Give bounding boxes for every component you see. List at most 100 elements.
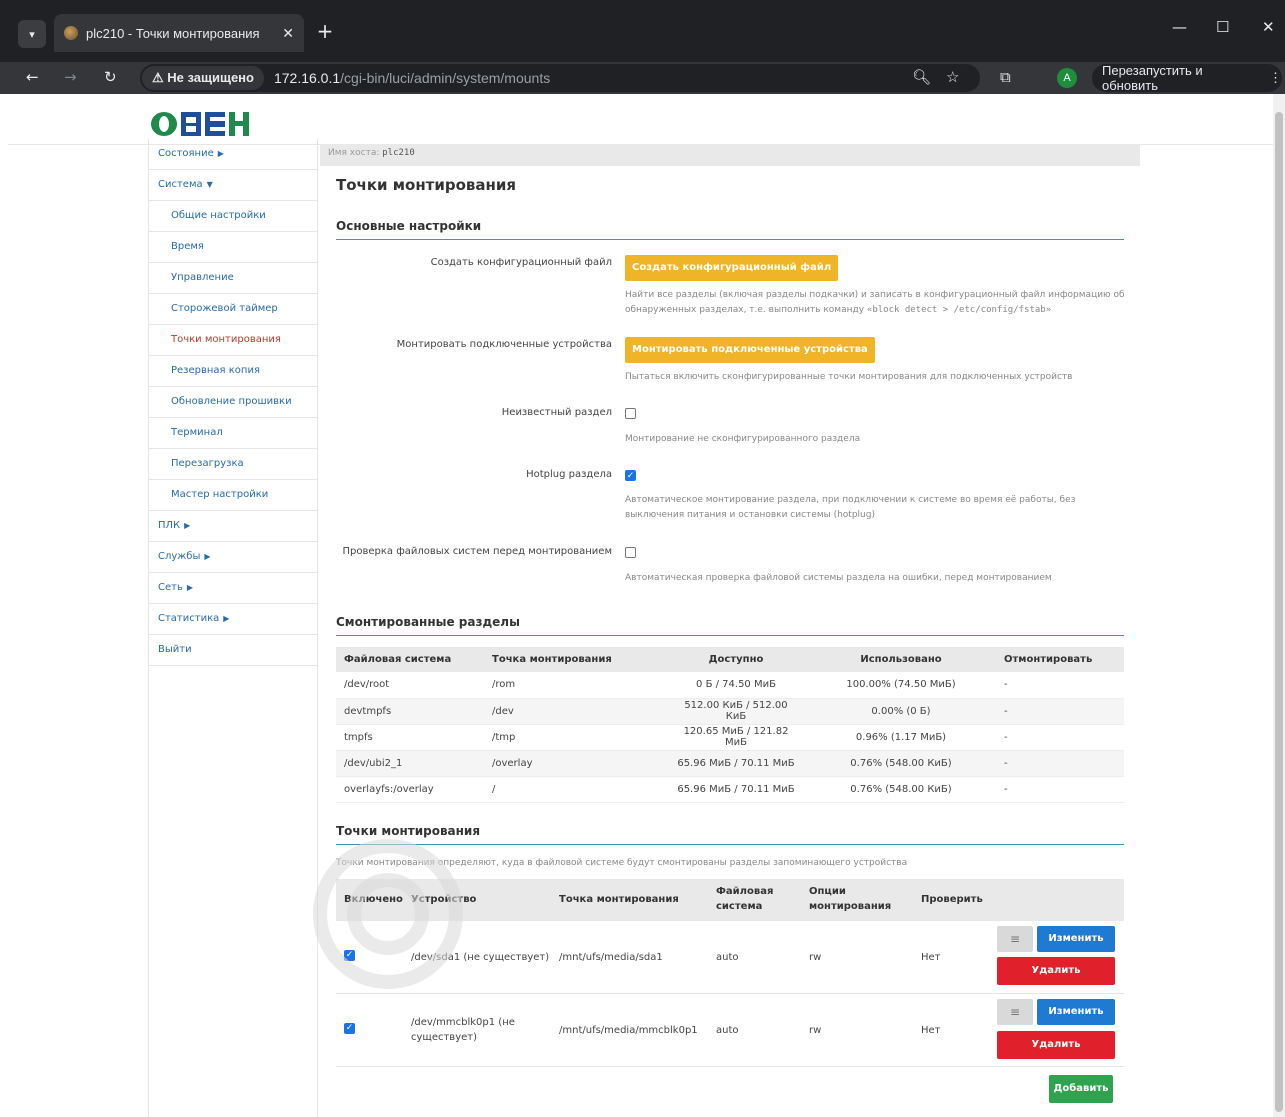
sidebar-item[interactable]: Терминал: [149, 418, 317, 449]
table-cell: 0.76% (548.00 КиБ): [806, 776, 996, 803]
url-text: 172.16.0.1/cgi-bin/luci/admin/system/mou…: [274, 70, 550, 86]
fs-text: auto: [716, 952, 739, 963]
generate-config-help: Найти все разделы (включая разделы подка…: [625, 288, 1125, 318]
sidebar-item[interactable]: Выйти: [149, 635, 317, 666]
mount-attached-help: Пытаться включить сконфигурированные точ…: [625, 372, 1073, 382]
check-fs-checkbox[interactable]: [625, 547, 636, 558]
bookmark-star-icon[interactable]: ☆: [946, 68, 959, 86]
mountpoints-header-row: Включено Устройство Точка монтирования Ф…: [336, 879, 1124, 921]
sidebar-item-label: ПЛК: [158, 520, 181, 531]
sidebar-item[interactable]: Службы ▶: [149, 542, 317, 573]
anon-mount-label: Неизвестный раздел: [501, 407, 612, 418]
sidebar-item-label: Обновление прошивки: [171, 396, 292, 407]
sidebar-item-label: Точки монтирования: [171, 334, 281, 345]
maximize-icon[interactable]: ☐: [1216, 18, 1229, 36]
hotplug-label: Hotplug раздела: [526, 469, 612, 480]
back-icon[interactable]: ←: [26, 68, 39, 86]
sidebar-item[interactable]: Сторожевой таймер: [149, 294, 317, 325]
mount-attached-button[interactable]: Монтировать подключенные устройства: [625, 337, 875, 363]
tab-close-icon[interactable]: ✕: [282, 25, 294, 42]
menu-dots-icon[interactable]: ⋮: [1269, 70, 1282, 86]
col-options-line1: Опции: [809, 886, 846, 897]
drag-sort-button[interactable]: ≡: [997, 926, 1033, 952]
hotplug-checkbox[interactable]: ✓: [625, 470, 636, 481]
restart-update-button[interactable]: Перезапустить и обновить ⋮: [1092, 63, 1282, 93]
sidebar-item[interactable]: Сеть ▶: [149, 573, 317, 604]
sidebar-item[interactable]: Состояние ▶: [149, 139, 317, 170]
table-cell: 0.96% (1.17 МиБ): [806, 724, 996, 751]
sidebar-item[interactable]: Система ▼: [149, 170, 317, 201]
sidebar-item[interactable]: Мастер настройки: [149, 480, 317, 511]
col-available: Доступно: [666, 647, 806, 672]
profile-avatar[interactable]: A: [1057, 68, 1077, 88]
enabled-checkbox[interactable]: ✓: [344, 950, 355, 961]
sidebar-item[interactable]: Управление: [149, 263, 317, 294]
table-cell: overlayfs:/overlay: [336, 776, 484, 803]
target-text: /mnt/ufs/media/mmcblk0p1: [559, 1025, 698, 1036]
edit-button[interactable]: Изменить: [1037, 999, 1115, 1025]
restart-update-label: Перезапустить и обновить: [1102, 63, 1203, 93]
scrollbar-thumb[interactable]: [1275, 112, 1283, 1112]
minimize-icon[interactable]: —: [1172, 18, 1187, 36]
delete-button[interactable]: Удалить: [997, 1031, 1115, 1059]
target-text: /mnt/ufs/media/sda1: [559, 952, 663, 963]
mount-attached-label: Монтировать подключенные устройства: [396, 339, 612, 350]
table-cell: /dev/root: [336, 672, 484, 699]
section-basic-title: Основные настройки: [336, 219, 1124, 240]
url-path: /cgi-bin/luci/admin/system/mounts: [340, 70, 551, 86]
reload-icon[interactable]: ↻: [104, 68, 117, 86]
hotplug-help: Автоматическое монтирование раздела, при…: [625, 495, 1076, 520]
add-button[interactable]: Добавить: [1049, 1075, 1113, 1103]
table-cell: 0.76% (548.00 КиБ): [806, 750, 996, 777]
table-row: devtmpfs/dev 512.00 КиБ / 512.00 КиБ 0.00%…: [336, 698, 1124, 725]
browser-tabbar: ▾ plc210 - Точки монтирования ✕ + — ☐ ✕: [0, 0, 1285, 62]
table-cell: 0 Б / 74.50 МиБ: [666, 672, 806, 699]
zoom-icon[interactable]: 🔍︎: [912, 68, 931, 86]
check-text: Нет: [921, 1025, 941, 1036]
sidebar-item[interactable]: Точки монтирования: [149, 325, 317, 356]
device-text: /dev/sda1 (не существует): [411, 952, 550, 963]
mountpoints-description: Точки монтирования определяют, куда в фа…: [336, 858, 908, 868]
sidebar-item[interactable]: ПЛК ▶: [149, 511, 317, 542]
page-scrollbar[interactable]: [1273, 94, 1285, 1117]
enabled-checkbox[interactable]: ✓: [344, 1023, 355, 1034]
new-tab-button[interactable]: +: [314, 20, 336, 42]
sidebar-item-label: Перезагрузка: [171, 458, 244, 469]
not-secure-badge[interactable]: ⚠ Не защищено: [142, 66, 264, 90]
sidebar-item-label: Сеть: [158, 582, 183, 593]
sidebar-item[interactable]: Статистика ▶: [149, 604, 317, 635]
sidebar-item-label: Службы: [158, 551, 201, 562]
table-cell: /tmp: [484, 724, 666, 751]
col-used: Использовано: [806, 647, 996, 672]
sidebar-item[interactable]: Время: [149, 232, 317, 263]
caret-right-icon: ▶: [186, 583, 194, 592]
generate-config-button[interactable]: Создать конфигурационный файл: [625, 255, 839, 281]
table-cell: -: [996, 776, 1124, 803]
table-cell: devtmpfs: [336, 698, 484, 725]
url-input[interactable]: ⚠ Не защищено 172.16.0.1/cgi-bin/luci/ad…: [140, 64, 980, 92]
check-fs-label: Проверка файловых систем перед монтирова…: [342, 546, 612, 557]
sidebar-item-label: Состояние: [158, 148, 214, 159]
anon-mount-help: Монтирование не сконфигурированного разд…: [625, 434, 861, 444]
extensions-icon[interactable]: ⧉: [1000, 68, 1011, 86]
sidebar-item[interactable]: Обновление прошивки: [149, 387, 317, 418]
sidebar-item[interactable]: Резервная копия: [149, 356, 317, 387]
sidebar-item-label: Терминал: [171, 427, 223, 438]
tab-search-button[interactable]: ▾: [18, 20, 46, 48]
edit-button[interactable]: Изменить: [1037, 926, 1115, 952]
close-window-icon[interactable]: ✕: [1262, 18, 1275, 36]
table-cell: /rom: [484, 672, 666, 699]
table-cell: -: [996, 698, 1124, 725]
browser-tab[interactable]: plc210 - Точки монтирования ✕: [54, 14, 304, 52]
table-cell: -: [996, 724, 1124, 751]
hostname-label: Имя хоста:: [328, 148, 380, 158]
drag-sort-button[interactable]: ≡: [997, 999, 1033, 1025]
sidebar-item[interactable]: Перезагрузка: [149, 449, 317, 480]
sidebar-item[interactable]: Общие настройки: [149, 201, 317, 232]
col-filesystem: Файловая система: [336, 647, 484, 672]
delete-button[interactable]: Удалить: [997, 957, 1115, 985]
forward-icon[interactable]: →: [64, 68, 77, 86]
anon-mount-checkbox[interactable]: [625, 408, 636, 419]
table-cell: -: [996, 672, 1124, 699]
device-text-line2: существует): [411, 1032, 478, 1043]
